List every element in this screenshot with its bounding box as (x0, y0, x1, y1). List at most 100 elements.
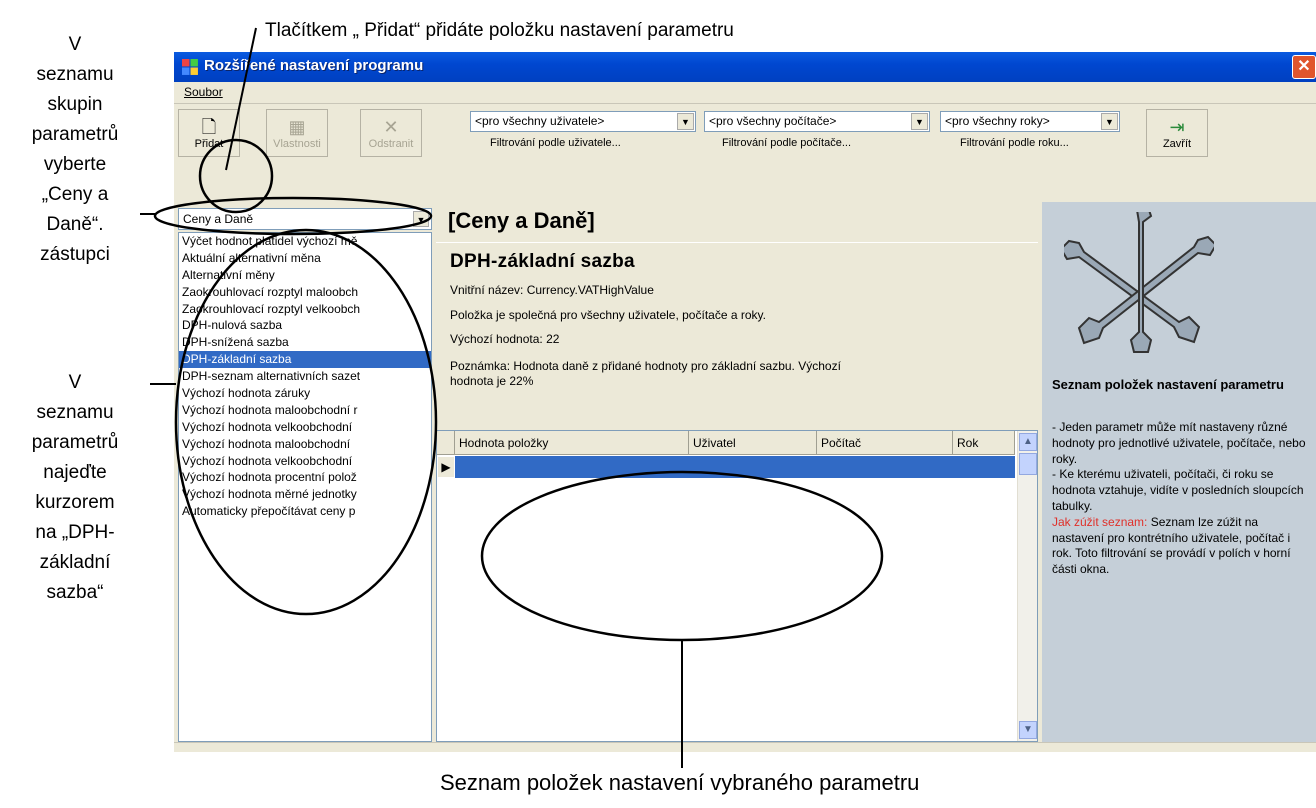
parameter-list[interactable]: Výčet hodnot platidel výchozí mě Aktuální… (178, 232, 432, 742)
default-value: Výchozí hodnota: 22 (450, 332, 560, 346)
annotation-left-param-line: parametrů (31, 432, 119, 453)
add-button[interactable]: 🗋 Přidat (178, 109, 240, 157)
grid-corner (437, 431, 455, 455)
help-bullet-2: - Ke kterému uživateli, počítači, či rok… (1052, 467, 1304, 513)
help-title: Seznam položek nastavení parametru (1052, 377, 1284, 392)
remove-button[interactable]: ✕ Odstranit (360, 109, 422, 157)
chevron-down-icon: ▼ (911, 113, 928, 130)
menu-file[interactable]: Soubor (184, 85, 223, 99)
note-line-2: hodnota je 22% (450, 374, 534, 388)
annotation-bottom: Seznam položek nastavení vybraného param… (440, 770, 920, 795)
remove-icon: ✕ (383, 117, 399, 137)
list-item[interactable]: DPH-základní sazba (179, 351, 431, 369)
note-line-1: Poznámka: Hodnota daně z přidané hodnoty… (450, 359, 841, 373)
close-window-button[interactable]: ✕ (1292, 55, 1316, 79)
list-item[interactable]: DPH-snížená sazba (179, 334, 431, 351)
list-item[interactable]: Výchozí hodnota velkoobchodní (179, 419, 431, 436)
annotation-left-group-line: Daně“. (46, 214, 104, 235)
remove-button-label: Odstranit (368, 138, 414, 150)
annotation-left-param-line: seznamu (36, 402, 114, 423)
annotation-left-group-line: vyberte (43, 154, 107, 175)
help-bullet-1: - Jeden parametr může mít nastaveny různ… (1052, 420, 1306, 466)
help-body: - Jeden parametr může mít nastaveny různ… (1052, 420, 1312, 578)
annotation-left-group-line: skupin (47, 94, 103, 115)
year-filter-label: Filtrování podle roku... (960, 137, 1069, 149)
annotation-top: Tlačítkem „ Přidat“ přidáte položku nast… (265, 20, 734, 41)
add-button-label: Přidat (194, 138, 224, 150)
grid-header-computer[interactable]: Počítač (817, 431, 953, 455)
close-button-label: Zavřít (1162, 138, 1192, 150)
computer-filter-select[interactable]: <pro všechny počítače> ▼ (704, 111, 930, 132)
grid-header-user[interactable]: Uživatel (689, 431, 817, 455)
list-item[interactable]: Výchozí hodnota procentní polož (179, 469, 431, 486)
annotation-left-group-line: V (68, 34, 82, 55)
scroll-up-icon[interactable]: ▲ (1019, 433, 1037, 451)
annotation-left-group-line: parametrů (31, 124, 119, 145)
chevron-down-icon: ▼ (413, 211, 429, 227)
table-row[interactable] (455, 456, 1015, 478)
annotation-left-param-line: na „DPH- (35, 522, 115, 543)
list-item[interactable]: DPH-seznam alternativních sazet (179, 368, 431, 385)
list-item[interactable]: Zaokrouhlovací rozptyl maloobch (179, 284, 431, 301)
year-filter-value: <pro všechny roky> (945, 114, 1050, 128)
scroll-down-icon[interactable]: ▼ (1019, 721, 1037, 739)
computer-filter-value: <pro všechny počítače> (709, 114, 837, 128)
annotation-left-param-line: sazba“ (46, 582, 104, 603)
user-filter-select[interactable]: <pro všechny uživatele> ▼ (470, 111, 696, 132)
title-bar: Rozšířené nastavení programu ✕ (174, 52, 1316, 82)
user-filter-value: <pro všechny uživatele> (475, 114, 605, 128)
app-icon (182, 59, 198, 75)
annotation-left-group-line: zástupci (40, 244, 110, 265)
add-document-icon: 🗋 (201, 117, 217, 137)
row-indicator-icon: ▶ (437, 456, 455, 478)
list-item[interactable]: Alternativní měny (179, 267, 431, 284)
list-item[interactable]: DPH-nulová sazba (179, 317, 431, 334)
computer-filter-label: Filtrování podle počítače... (722, 137, 852, 149)
close-button[interactable]: ⇥ Zavřít (1146, 109, 1208, 157)
grid-header-year[interactable]: Rok (953, 431, 1015, 455)
toolbar: 🗋 Přidat ▦ Vlastnosti ✕ Odstranit <pro v… (174, 105, 1316, 163)
chevron-down-icon: ▼ (677, 113, 694, 130)
list-item[interactable]: Výchozí hodnota maloobchodní (179, 436, 431, 453)
grid-header-value[interactable]: Hodnota položky (455, 431, 689, 455)
scroll-thumb[interactable] (1019, 453, 1037, 475)
window-title: Rozšířené nastavení programu (204, 57, 424, 74)
annotation-left-param-line: základní (39, 552, 111, 573)
parameter-detail-pane: [Ceny a Daně] DPH-základní sazba Vnitřní… (436, 202, 1038, 742)
chevron-down-icon: ▼ (1101, 113, 1118, 130)
help-how-to: Jak zúžit seznam: Seznam lze zúžit na na… (1052, 515, 1312, 578)
annotation-left-group: Vseznamu skupin parametrů vyberte „Ceny a Dan… (0, 30, 150, 270)
annotation-left-param-line: kurzorem (35, 492, 115, 513)
help-red-label: Jak zúžit seznam: (1052, 514, 1148, 529)
user-filter-label: Filtrování podle uživatele... (490, 137, 621, 149)
list-item[interactable]: Zaokrouhlovací rozptyl velkoobch (179, 301, 431, 318)
scope-text: Položka je společná pro všechny uživatel… (450, 308, 766, 322)
group-select[interactable]: Ceny a Daně ▼ (178, 208, 432, 230)
exit-door-icon: ⇥ (1169, 117, 1185, 137)
list-item[interactable]: Automaticky přepočítávat ceny p (179, 503, 431, 520)
annotation-left-group-line: seznamu (36, 64, 114, 85)
list-item[interactable]: Výčet hodnot platidel výchozí mě (179, 233, 431, 250)
group-select-value: Ceny a Daně (183, 212, 254, 226)
list-item[interactable]: Výchozí hodnota maloobchodní r (179, 402, 431, 419)
year-filter-select[interactable]: <pro všechny roky> ▼ (940, 111, 1120, 132)
list-item[interactable]: Výchozí hodnota záruky (179, 385, 431, 402)
annotation-left-param: Vseznamu parametrů najeďte kurzorem na „DPH-… (0, 368, 150, 608)
annotation-left-param-line: najeďte (43, 462, 107, 483)
list-item[interactable]: Výchozí hodnota měrné jednotky (179, 486, 431, 503)
wrenches-icon (1064, 212, 1214, 353)
properties-icon: ▦ (288, 117, 306, 137)
annotation-left-param-line: V (68, 372, 82, 393)
items-grid: Hodnota položky Uživatel Počítač Rok ▶ ▲… (436, 430, 1038, 742)
list-item[interactable]: Výchozí hodnota velkoobchodní (179, 453, 431, 470)
settings-window: Rozšířené nastavení programu ✕ Soubor 🗋 … (174, 52, 1316, 752)
menu-bar: Soubor (174, 82, 1316, 104)
help-panel: Seznam položek nastavení parametru - Jed… (1042, 202, 1316, 742)
properties-button-label: Vlastnosti (273, 138, 321, 150)
status-bar (174, 742, 1316, 752)
properties-button[interactable]: ▦ Vlastnosti (266, 109, 328, 157)
list-item[interactable]: Aktuální alternativní měna (179, 250, 431, 267)
grid-scrollbar[interactable]: ▲ ▼ (1017, 431, 1037, 741)
internal-name: Vnitřní název: Currency.VATHighValue (450, 283, 654, 297)
detail-panel: DPH-základní sazba Vnitřní název: Curren… (436, 242, 1038, 432)
